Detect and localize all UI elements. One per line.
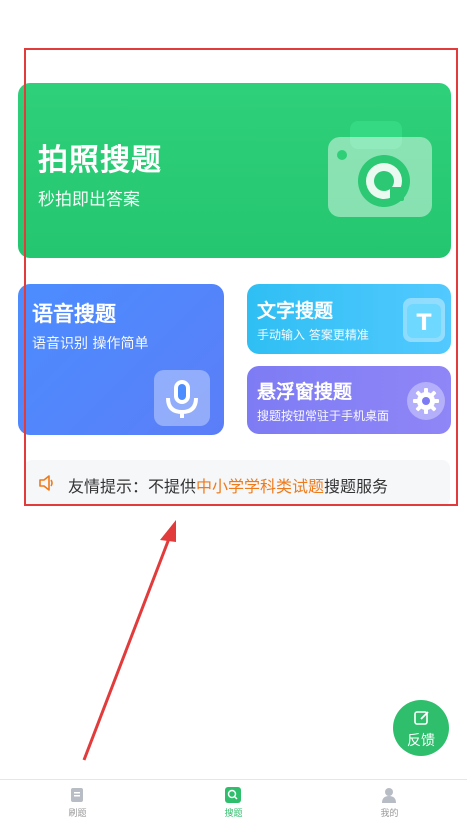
- tab-search[interactable]: 搜题: [156, 780, 311, 820]
- tab-practice[interactable]: 刷题: [0, 780, 155, 820]
- search-icon: [225, 787, 241, 803]
- annotation-frame: [24, 48, 458, 506]
- document-icon: [71, 788, 83, 802]
- tab-search-label: 搜题: [224, 809, 243, 819]
- feedback-button[interactable]: 反馈: [393, 700, 449, 756]
- tab-mine[interactable]: 我的: [312, 780, 467, 820]
- tab-mine-label: 我的: [380, 809, 399, 819]
- edit-icon: [414, 711, 429, 725]
- feedback-label: 反馈: [407, 733, 435, 749]
- tab-practice-label: 刷题: [68, 809, 87, 819]
- bottom-tab-bar: 刷题 搜题 我的: [0, 779, 467, 820]
- user-icon: [382, 788, 396, 803]
